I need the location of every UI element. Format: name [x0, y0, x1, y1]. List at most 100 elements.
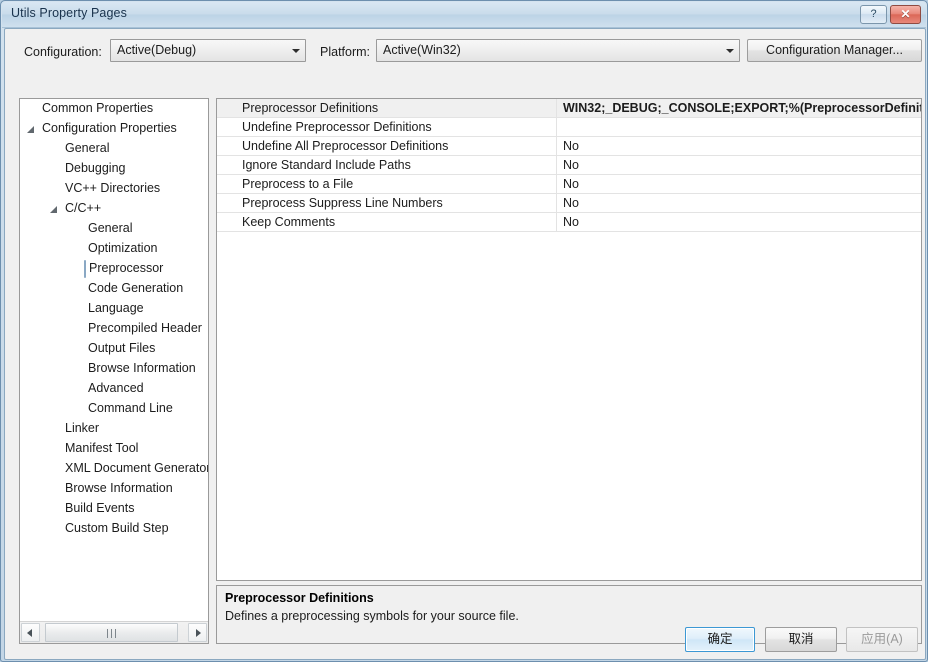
tree-item-preprocessor[interactable]: Preprocessor: [20, 259, 208, 279]
description-title: Preprocessor Definitions: [225, 591, 374, 605]
property-name: Preprocessor Definitions: [242, 101, 379, 115]
triangle-down-icon[interactable]: [50, 205, 59, 214]
tree-item-label: Optimization: [88, 241, 158, 255]
platform-dropdown[interactable]: Active(Win32): [376, 39, 740, 62]
triangle-right-icon[interactable]: [50, 444, 59, 454]
tree-item-label: Debugging: [65, 161, 126, 175]
triangle-right-icon[interactable]: [27, 104, 36, 114]
tree-item-custom-build-step[interactable]: Custom Build Step: [20, 519, 208, 539]
property-name: Preprocess to a File: [242, 177, 354, 191]
property-value[interactable]: No: [563, 177, 579, 191]
property-row[interactable]: Ignore Standard Include Paths No: [217, 156, 921, 175]
tree-item-debugging[interactable]: Debugging: [20, 159, 208, 179]
property-value[interactable]: No: [563, 139, 579, 153]
tree-item-label: C/C++: [65, 201, 102, 215]
property-row[interactable]: Undefine All Preprocessor Definitions No: [217, 137, 921, 156]
property-grid[interactable]: Preprocessor Definitions WIN32;_DEBUG;_CO…: [216, 98, 922, 581]
tree-item-build-events[interactable]: Build Events: [20, 499, 208, 519]
property-pages-window: Utils Property Pages ? ✕ Configuration: …: [0, 0, 928, 662]
tree-item-label: Code Generation: [88, 281, 184, 295]
tree-item-linker[interactable]: Linker: [20, 419, 208, 439]
settings-tree[interactable]: Common Properties Configuration Propertie…: [20, 99, 208, 621]
tree-item-language[interactable]: Language: [20, 299, 208, 319]
apply-button[interactable]: 应用(A): [846, 627, 918, 652]
grip-icon: [106, 629, 117, 638]
tree-item-label: Advanced: [88, 381, 144, 395]
tree-item-label: Configuration Properties: [42, 121, 177, 135]
configuration-dropdown-value: Active(Debug): [117, 43, 197, 57]
ok-button[interactable]: 确定: [685, 627, 755, 652]
tree-item-general[interactable]: General: [20, 139, 208, 159]
triangle-right-icon[interactable]: [50, 484, 59, 494]
configuration-manager-button[interactable]: Configuration Manager...: [747, 39, 922, 62]
column-divider: [556, 99, 557, 117]
triangle-down-icon[interactable]: [27, 125, 36, 134]
property-name: Undefine All Preprocessor Definitions: [242, 139, 449, 153]
tree-item-c-c[interactable]: C/C++: [20, 199, 208, 219]
property-name: Keep Comments: [242, 215, 336, 229]
triangle-right-icon[interactable]: [50, 464, 59, 474]
tree-item-precompiled-header[interactable]: Precompiled Header: [20, 319, 208, 339]
tree-item-code-generation[interactable]: Code Generation: [20, 279, 208, 299]
tree-item-browse-information[interactable]: Browse Information: [20, 479, 208, 499]
platform-dropdown-value: Active(Win32): [383, 43, 461, 57]
window-title: Utils Property Pages: [11, 6, 127, 20]
scrollbar-thumb[interactable]: [45, 623, 178, 642]
triangle-right-icon[interactable]: [50, 424, 59, 434]
property-row[interactable]: Preprocessor Definitions WIN32;_DEBUG;_CO…: [217, 99, 921, 118]
property-row[interactable]: Preprocess to a File No: [217, 175, 921, 194]
property-row[interactable]: Preprocess Suppress Line Numbers No: [217, 194, 921, 213]
tree-item-advanced[interactable]: Advanced: [20, 379, 208, 399]
tree-item-label: Command Line: [88, 401, 173, 415]
title-bar: Utils Property Pages ? ✕: [2, 2, 926, 28]
chevron-down-icon: [726, 49, 734, 53]
property-row[interactable]: Undefine Preprocessor Definitions: [217, 118, 921, 137]
property-name: Preprocess Suppress Line Numbers: [242, 196, 443, 210]
triangle-right-icon[interactable]: [50, 504, 59, 514]
dialog-body: Configuration: Active(Debug) Platform: A…: [4, 28, 926, 660]
tree-item-vc-directories[interactable]: VC++ Directories: [20, 179, 208, 199]
tree-item-label: Output Files: [88, 341, 156, 355]
tree-item-label: VC++ Directories: [65, 181, 161, 195]
tree-item-label: Browse Information: [88, 361, 196, 375]
tree-item-label: Custom Build Step: [65, 521, 169, 535]
help-button[interactable]: ?: [860, 5, 887, 24]
description-text: Defines a preprocessing symbols for your…: [225, 609, 519, 623]
scroll-right-icon[interactable]: [188, 623, 207, 642]
tree-item-common-properties[interactable]: Common Properties: [20, 99, 208, 119]
tree-item-label: Language: [88, 301, 144, 315]
tree-item-output-files[interactable]: Output Files: [20, 339, 208, 359]
chevron-down-icon: [292, 49, 300, 53]
property-name: Ignore Standard Include Paths: [242, 158, 411, 172]
tree-item-optimization[interactable]: Optimization: [20, 239, 208, 259]
configuration-bar: Configuration: Active(Debug) Platform: A…: [5, 39, 925, 69]
tree-horizontal-scrollbar[interactable]: [20, 621, 208, 643]
tree-item-label: Browse Information: [65, 481, 173, 495]
platform-label: Platform:: [320, 45, 371, 59]
tree-item-manifest-tool[interactable]: Manifest Tool: [20, 439, 208, 459]
property-value[interactable]: No: [563, 158, 579, 172]
close-icon[interactable]: ✕: [890, 5, 921, 24]
property-value[interactable]: No: [563, 196, 579, 210]
tree-item-configuration-properties[interactable]: Configuration Properties: [20, 119, 208, 139]
tree-item-general[interactable]: General: [20, 219, 208, 239]
triangle-right-icon[interactable]: [50, 524, 59, 534]
tree-item-label: Linker: [65, 421, 100, 435]
tree-item-label: Build Events: [65, 501, 135, 515]
tree-item-browse-information[interactable]: Browse Information: [20, 359, 208, 379]
tree-item-label: General: [88, 221, 133, 235]
tree-item-command-line[interactable]: Command Line: [20, 399, 208, 419]
property-value[interactable]: WIN32;_DEBUG;_CONSOLE;EXPORT;%(Preproces…: [563, 101, 921, 115]
settings-tree-panel: Common Properties Configuration Propertie…: [19, 98, 209, 644]
tree-item-label: Common Properties: [42, 101, 154, 115]
tree-item-label: Preprocessor: [89, 261, 164, 275]
column-divider: [556, 194, 557, 212]
property-value[interactable]: No: [563, 215, 579, 229]
tree-item-label: Precompiled Header: [88, 321, 202, 335]
cancel-button[interactable]: 取消: [765, 627, 837, 652]
property-row[interactable]: Keep Comments No: [217, 213, 921, 232]
tree-item-label: General: [65, 141, 110, 155]
tree-item-xml-document-generator[interactable]: XML Document Generator: [20, 459, 208, 479]
configuration-dropdown[interactable]: Active(Debug): [110, 39, 306, 62]
scroll-left-icon[interactable]: [21, 623, 40, 642]
